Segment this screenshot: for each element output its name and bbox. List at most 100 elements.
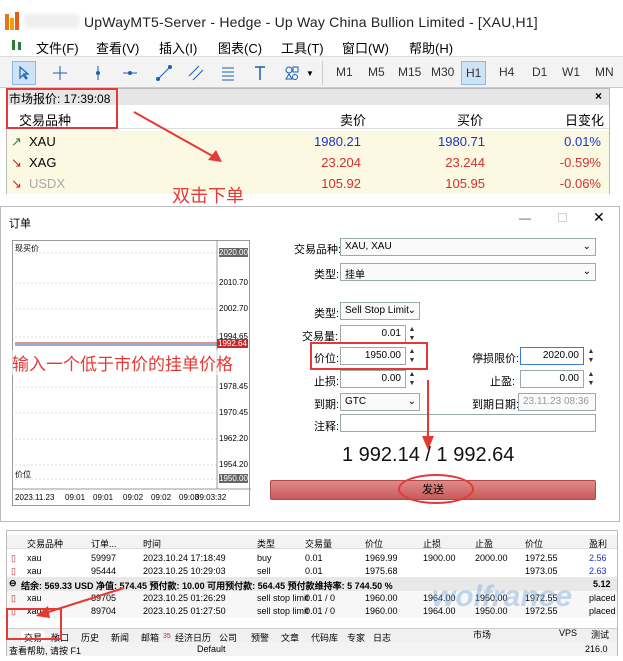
tf-h1[interactable]: H1 [461, 61, 487, 85]
channel-icon[interactable] [184, 61, 208, 85]
tf-m15[interactable]: M15 [398, 65, 421, 79]
toolbar-divider [322, 61, 323, 85]
maximize-icon[interactable]: ☐ [557, 211, 568, 225]
annotation-arrow-2 [422, 380, 434, 450]
terminal-cell: placed [589, 606, 616, 616]
annotation-arrow-3 [36, 587, 125, 618]
shapes-icon[interactable] [280, 61, 304, 85]
tf-d1[interactable]: D1 [532, 65, 547, 79]
status-profile: Default [197, 644, 226, 654]
annotation-enter-price: 输入一个低于市价的挂单价格 [12, 350, 233, 375]
tf-mn[interactable]: MN [595, 65, 614, 79]
terminal-cell: buy [257, 553, 272, 563]
stoplimit-stepper[interactable]: ▲ ▼ [586, 347, 596, 365]
price-tick: 1978.45 [219, 382, 248, 391]
symbol-select[interactable]: XAU, XAU ⌄ [340, 238, 596, 256]
row-bid: 1980.21 [314, 134, 361, 149]
chevron-down-icon: ⌄ [407, 396, 416, 407]
terminal-cell: placed [589, 593, 616, 603]
menu-window[interactable]: 窗口(W) [342, 38, 389, 57]
terminal-col-header[interactable]: 类型 [257, 537, 275, 550]
price-tick: 2002.70 [219, 304, 248, 313]
expiry-value: GTC [345, 396, 367, 407]
fibonacci-icon[interactable] [216, 61, 240, 85]
terminal-col-header[interactable]: 盈利 [589, 537, 607, 550]
menu-help[interactable]: 帮助(H) [409, 38, 453, 57]
mail-count-badge: 35 [163, 633, 171, 640]
menu-charts[interactable]: 图表(C) [218, 38, 262, 57]
terminal-col-header[interactable]: 止盈 [475, 537, 493, 550]
subtype-value: Sell Stop Limit [345, 305, 409, 316]
close-icon[interactable]: × [595, 89, 602, 103]
chart-symbol-label: 现买价 [15, 244, 39, 253]
chevron-down-icon: ⌄ [582, 266, 591, 277]
dialog-close-icon[interactable]: ✕ [593, 209, 605, 226]
tf-w1[interactable]: W1 [562, 65, 580, 79]
sl-stepper[interactable]: ▲ ▼ [407, 370, 417, 388]
expiry-select[interactable]: GTC ⌄ [340, 393, 420, 411]
tp-input[interactable]: 0.00 [520, 370, 584, 388]
terminal-col-header[interactable]: 价位 [365, 537, 383, 550]
terminal-col-header[interactable]: 止损 [423, 537, 441, 550]
trendline-icon[interactable] [152, 61, 176, 85]
comment-label: 注释: [314, 421, 340, 433]
status-bar: 查看帮助, 请按 F1 Default 216.0 [7, 642, 617, 656]
market-row[interactable]: ↘ XAG 23.204 23.244 -0.59% [7, 152, 609, 173]
tf-m1[interactable]: M1 [336, 65, 353, 79]
tf-m30[interactable]: M30 [431, 65, 454, 79]
menu-view[interactable]: 查看(V) [96, 38, 139, 57]
test-tab[interactable]: 测试 [591, 628, 609, 641]
terminal-col-header[interactable]: 价位 [525, 537, 543, 550]
expdate-input[interactable]: 23.11.23 08:36 [518, 393, 596, 411]
col-change[interactable]: 日变化 [565, 110, 604, 129]
terminal-cell: 2023.10.25 10:29:03 [143, 566, 226, 576]
market-row[interactable]: ↘ USDX 105.92 105.95 -0.06% [7, 173, 609, 194]
dropdown-arrow-icon[interactable]: ▼ [306, 69, 314, 78]
subtype-select[interactable]: Sell Stop Limit ⌄ [340, 302, 420, 320]
chart-doc-icon[interactable] [10, 38, 24, 52]
menu-file[interactable]: 文件(F) [36, 38, 79, 57]
terminal-cell: 1900.00 [423, 553, 456, 563]
terminal-cell: 0.01 / 0 [305, 606, 336, 616]
terminal-row[interactable]: ▯ xau 59997 2023.10.24 17:18:49 buy 0.01 1969.… [7, 551, 617, 565]
terminal-cell: 1972.55 [525, 553, 558, 563]
terminal-cell: xau [27, 553, 42, 563]
crosshair-icon[interactable] [48, 61, 72, 85]
current-price-tag: 1992.64 [217, 339, 248, 348]
vps-tab[interactable]: VPS [559, 628, 577, 638]
menu-bar: 文件(F) 查看(V) 插入(I) 图表(C) 工具(T) 窗口(W) 帮助(H… [0, 34, 623, 56]
order-title: 订单 [9, 218, 31, 230]
blurred-account [24, 14, 80, 28]
time-tick: 09:02 [151, 493, 172, 502]
cursor-tool-icon[interactable] [12, 61, 36, 85]
menu-insert[interactable]: 插入(I) [159, 38, 197, 57]
minimize-icon[interactable]: — [519, 211, 531, 225]
horizontal-line-icon[interactable] [118, 61, 142, 85]
sl-input[interactable]: 0.00 [340, 370, 406, 388]
tp-stepper[interactable]: ▲ ▼ [586, 370, 596, 388]
row-ask: 105.95 [445, 176, 485, 191]
terminal-col-header[interactable]: 交易品种 [27, 537, 63, 550]
comment-input[interactable] [340, 414, 596, 432]
terminal-col-header[interactable]: 时间 [143, 537, 161, 550]
vertical-line-icon[interactable] [86, 61, 110, 85]
type-select[interactable]: 挂单 ⌄ [340, 263, 596, 281]
terminal-col-header[interactable]: 订单... [91, 537, 117, 550]
stoplimit-input[interactable]: 2020.00 [520, 347, 584, 365]
terminal-row[interactable]: ▯ xau 95444 2023.10.25 10:29:03 sell 0.01 1975… [7, 564, 617, 578]
col-bid[interactable]: 卖价 [340, 110, 366, 129]
menu-tools[interactable]: 工具(T) [281, 38, 324, 57]
volume-input[interactable]: 0.01 [340, 325, 406, 343]
market-row[interactable]: ↗ XAU 1980.21 1980.71 0.01% [7, 131, 609, 152]
market-tab[interactable]: 市场 [473, 628, 491, 641]
col-ask[interactable]: 买价 [457, 110, 483, 129]
tf-m5[interactable]: M5 [368, 65, 385, 79]
terminal-col-header[interactable]: 交易量 [305, 537, 332, 550]
terminal-tabs: 交易 敞口 历史 新闻 邮箱 经济日历 公司 预警 文章 代码库 专家 日志 35 [7, 628, 617, 644]
tf-h4[interactable]: H4 [499, 65, 514, 79]
volume-stepper[interactable]: ▲ ▼ [407, 325, 417, 343]
text-tool-icon[interactable] [248, 61, 272, 85]
terminal-cell: 59997 [91, 553, 117, 563]
price-tick: 1950.00 [219, 474, 248, 483]
row-change: 0.01% [564, 134, 601, 149]
